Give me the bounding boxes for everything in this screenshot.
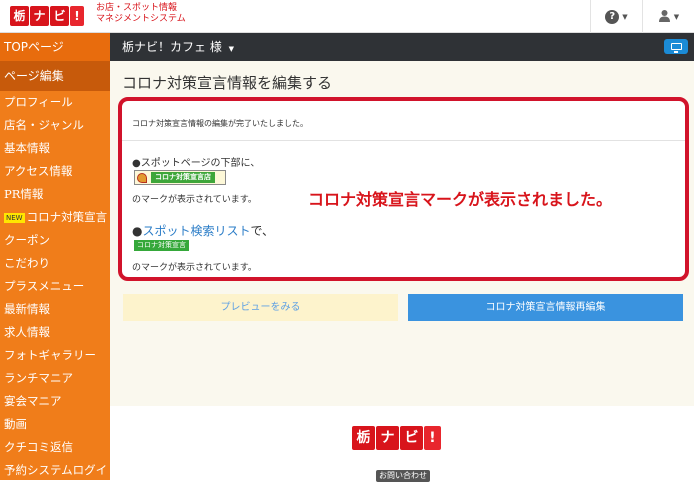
- sidebar-item-label: コロナ対策宣言: [26, 210, 108, 224]
- sidebar: TOPページ ページ編集 プロフィール 店名・ジャンル 基本情報 アクセス情報 …: [0, 33, 110, 480]
- contact-link[interactable]: お問い合わせ: [376, 470, 430, 482]
- sidebar-item-shop-name[interactable]: 店名・ジャンル: [0, 114, 110, 137]
- success-message: コロナ対策宣言情報の編集が完了いたしました。: [132, 119, 308, 128]
- corona-store-mark-image: コロナ対策宣言店: [134, 170, 226, 185]
- sidebar-item-lunch[interactable]: ランチマニア: [0, 367, 110, 390]
- mark-label: コロナ対策宣言店: [151, 172, 215, 183]
- logo-char: !: [424, 426, 441, 450]
- corona-tag: コロナ対策宣言: [134, 240, 189, 251]
- sidebar-item-video[interactable]: 動画: [0, 413, 110, 436]
- caret-down-icon: ▼: [673, 12, 680, 21]
- main-content: コロナ対策宣言情報を編集する コロナ対策宣言情報の編集が完了いたしました。 ●ス…: [110, 61, 694, 406]
- sidebar-item-pr[interactable]: PR情報: [0, 183, 110, 206]
- tagline-line1: お店・スポット情報: [96, 3, 178, 13]
- logo-char: ナ: [376, 426, 399, 450]
- footer-logo[interactable]: 栃 ナ ビ !: [352, 426, 442, 450]
- logo-char: 栃: [10, 6, 29, 26]
- sidebar-item-profile[interactable]: プロフィール: [0, 91, 110, 114]
- divider: [122, 140, 685, 141]
- brand-tagline: お店・スポット情報 マネジメントシステム: [96, 3, 186, 25]
- shop-name: 栃ナビ！カフェ 様: [122, 40, 222, 54]
- sidebar-item-news[interactable]: 最新情報: [0, 298, 110, 321]
- sidebar-item-reservation[interactable]: 予約システムログイ: [0, 459, 110, 480]
- sidebar-item-jobs[interactable]: 求人情報: [0, 321, 110, 344]
- shop-name-dropdown[interactable]: 栃ナビ！カフェ 様 ▼: [122, 33, 234, 63]
- preview-monitor-button[interactable]: [664, 39, 688, 54]
- logo-char: ナ: [30, 6, 49, 26]
- sidebar-item-corona[interactable]: NEW コロナ対策宣言: [0, 206, 110, 229]
- sidebar-item-plus-menu[interactable]: プラスメニュー: [0, 275, 110, 298]
- footer: 栃 ナ ビ ! お問い合わせ: [110, 406, 694, 482]
- reedit-button[interactable]: コロナ対策宣言情報再編集: [408, 294, 683, 321]
- help-menu-button[interactable]: ? ▼: [590, 0, 642, 33]
- caret-down-icon: ▼: [228, 45, 235, 53]
- success-panel: コロナ対策宣言情報の編集が完了いたしました。 ●スポットページの下部に、 コロナ…: [118, 97, 689, 281]
- logo-char: !: [70, 6, 84, 26]
- sidebar-item-photo[interactable]: フォトギャラリー: [0, 344, 110, 367]
- logo-char: 栃: [352, 426, 375, 450]
- sidebar-item-access[interactable]: アクセス情報: [0, 160, 110, 183]
- top-right-menu: ? ▼ ▼: [590, 0, 694, 33]
- page-title: コロナ対策宣言情報を編集する: [122, 74, 333, 92]
- tag-displayed-note: のマークが表示されています。: [132, 263, 257, 273]
- user-menu-button[interactable]: ▼: [642, 0, 694, 33]
- annotation-text: コロナ対策宣言マークが表示されました。: [308, 190, 613, 209]
- preview-button[interactable]: プレビューをみる: [123, 294, 398, 321]
- sidebar-item-coupon[interactable]: クーポン: [0, 229, 110, 252]
- sidebar-item-page-edit[interactable]: ページ編集: [0, 61, 110, 91]
- sidebar-item-basic-info[interactable]: 基本情報: [0, 137, 110, 160]
- mark-displayed-note: のマークが表示されています。: [132, 195, 257, 205]
- spot-page-note: ●スポットページの下部に、: [132, 158, 261, 169]
- new-badge: NEW: [4, 213, 25, 223]
- monitor-icon: [670, 43, 682, 53]
- logo-char: ビ: [400, 426, 423, 450]
- bullet: ●: [132, 224, 143, 238]
- sidebar-item-party[interactable]: 宴会マニア: [0, 390, 110, 413]
- user-icon: [658, 9, 671, 25]
- top-bar: 栃 ナ ビ ! お店・スポット情報 マネジメントシステム ? ▼ ▼: [0, 0, 694, 33]
- brand-logo[interactable]: 栃 ナ ビ !: [10, 6, 85, 26]
- sidebar-item-kodawari[interactable]: こだわり: [0, 252, 110, 275]
- suffix: で、: [250, 224, 275, 238]
- question-circle-icon: ?: [605, 9, 620, 24]
- shop-header-bar: 栃ナビ！カフェ 様 ▼: [110, 33, 694, 61]
- tagline-line2: マネジメントシステム: [96, 14, 186, 24]
- sidebar-item-top[interactable]: TOPページ: [0, 33, 110, 61]
- pizza-icon: [137, 172, 147, 183]
- sidebar-item-review-reply[interactable]: クチコミ返信: [0, 436, 110, 459]
- search-list-note: ●スポット検索リストで、: [132, 222, 274, 239]
- caret-down-icon: ▼: [622, 12, 628, 21]
- spot-search-list-link[interactable]: スポット検索リスト: [142, 224, 250, 238]
- logo-char: ビ: [50, 6, 69, 26]
